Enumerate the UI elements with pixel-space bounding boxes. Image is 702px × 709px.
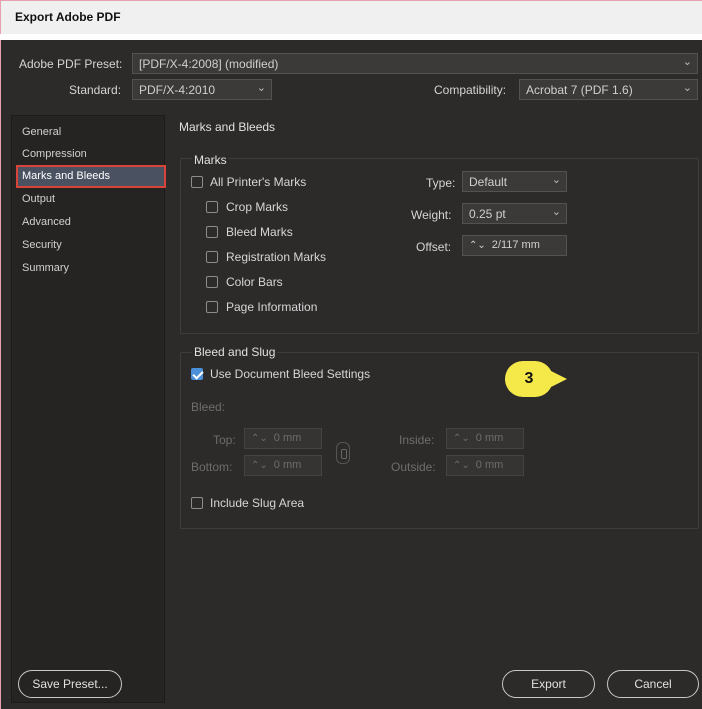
chevron-down-icon: ⌄ <box>682 82 692 94</box>
panel-title: Marks and Bleeds <box>179 120 276 134</box>
stepper-arrows-icon[interactable]: ⌃⌄ <box>453 433 470 444</box>
standard-dropdown[interactable]: PDF/X-4:2010 ⌄ <box>132 79 272 100</box>
chevron-down-icon: ⌄ <box>551 174 561 186</box>
sidebar-item-output[interactable]: Output <box>18 190 164 209</box>
preset-value: [PDF/X-4:2008] (modified) <box>139 57 279 71</box>
bleed-marks-label: Bleed Marks <box>226 225 293 239</box>
all-printers-marks-label: All Printer's Marks <box>210 175 307 189</box>
chevron-down-icon: ⌄ <box>682 56 692 68</box>
registration-marks-label: Registration Marks <box>226 250 327 264</box>
all-printers-marks-checkbox[interactable] <box>191 176 203 188</box>
weight-value: 0.25 pt <box>469 207 506 221</box>
sidebar-item-marks-and-bleeds[interactable]: Marks and Bleeds <box>16 165 166 188</box>
export-button[interactable]: Export <box>502 670 595 698</box>
preset-dropdown[interactable]: [PDF/X-4:2008] (modified) ⌄ <box>132 53 698 74</box>
title-bar: Export Adobe PDF <box>0 0 702 34</box>
use-document-bleed-checkbox[interactable] <box>191 368 203 380</box>
include-slug-checkbox[interactable] <box>191 497 203 509</box>
marks-group-title: Marks <box>192 153 229 167</box>
crop-marks-label: Crop Marks <box>226 200 289 214</box>
window-title: Export Adobe PDF <box>15 10 121 24</box>
save-preset-button[interactable]: Save Preset... <box>18 670 122 698</box>
outside-stepper[interactable]: ⌃⌄ 0 mm <box>446 455 524 476</box>
link-chain-icon[interactable] <box>336 442 350 464</box>
bleed-and-slug-title: Bleed and Slug <box>192 345 278 359</box>
category-sidebar: General Compression Marks and Bleeds Out… <box>11 115 166 703</box>
crop-marks-checkbox[interactable] <box>206 201 218 213</box>
use-document-bleed-label: Use Document Bleed Settings <box>210 367 371 381</box>
sidebar-item-summary[interactable]: Summary <box>18 259 164 278</box>
chevron-down-icon: ⌄ <box>256 82 266 94</box>
page-information-checkbox[interactable] <box>206 301 218 313</box>
bleed-label: Bleed: <box>191 400 226 414</box>
export-pdf-dialog: Adobe PDF Preset: [PDF/X-4:2008] (modifi… <box>0 40 702 709</box>
color-bars-label: Color Bars <box>226 275 283 289</box>
preset-label: Adobe PDF Preset: <box>19 57 123 71</box>
bottom-stepper[interactable]: ⌃⌄ 0 mm <box>244 455 322 476</box>
top-stepper[interactable]: ⌃⌄ 0 mm <box>244 428 322 449</box>
color-bars-checkbox[interactable] <box>206 276 218 288</box>
weight-label: Weight: <box>411 208 452 222</box>
weight-dropdown[interactable]: 0.25 pt ⌄ <box>462 203 567 224</box>
stepper-arrows-icon[interactable]: ⌃⌄ <box>469 240 486 251</box>
inside-stepper[interactable]: ⌃⌄ 0 mm <box>446 428 524 449</box>
outside-label: Outside: <box>391 460 436 474</box>
bleed-marks-checkbox[interactable] <box>206 226 218 238</box>
registration-marks-checkbox[interactable] <box>206 251 218 263</box>
type-dropdown[interactable]: Default ⌄ <box>462 171 567 192</box>
standard-value: PDF/X-4:2010 <box>139 83 216 97</box>
bottom-label: Bottom: <box>191 460 233 474</box>
page-information-label: Page Information <box>226 300 318 314</box>
sidebar-item-compression[interactable]: Compression <box>18 145 164 164</box>
sidebar-item-security[interactable]: Security <box>18 236 164 255</box>
stepper-arrows-icon[interactable]: ⌃⌄ <box>251 433 268 444</box>
compatibility-dropdown[interactable]: Acrobat 7 (PDF 1.6) ⌄ <box>519 79 698 100</box>
compatibility-label: Compatibility: <box>434 83 507 97</box>
chevron-down-icon: ⌄ <box>551 206 561 218</box>
top-label: Top: <box>213 433 236 447</box>
type-label: Type: <box>426 176 456 190</box>
offset-stepper[interactable]: ⌃⌄ 2/117 mm <box>462 235 567 256</box>
sidebar-item-general[interactable]: General <box>18 123 164 142</box>
standard-label: Standard: <box>69 83 122 97</box>
stepper-arrows-icon[interactable]: ⌃⌄ <box>251 460 268 471</box>
sidebar-item-advanced[interactable]: Advanced <box>18 213 164 232</box>
top-value: 0 mm <box>273 432 302 444</box>
inside-label: Inside: <box>399 433 435 447</box>
offset-value: 2/117 mm <box>491 239 540 251</box>
cancel-button[interactable]: Cancel <box>607 670 699 698</box>
offset-label: Offset: <box>416 240 452 254</box>
type-value: Default <box>469 175 508 189</box>
inside-value: 0 mm <box>475 432 504 444</box>
include-slug-label: Include Slug Area <box>210 496 305 510</box>
compatibility-value: Acrobat 7 (PDF 1.6) <box>526 83 633 97</box>
stepper-arrows-icon[interactable]: ⌃⌄ <box>453 460 470 471</box>
bottom-value: 0 mm <box>273 459 302 471</box>
outside-value: 0 mm <box>475 459 504 471</box>
